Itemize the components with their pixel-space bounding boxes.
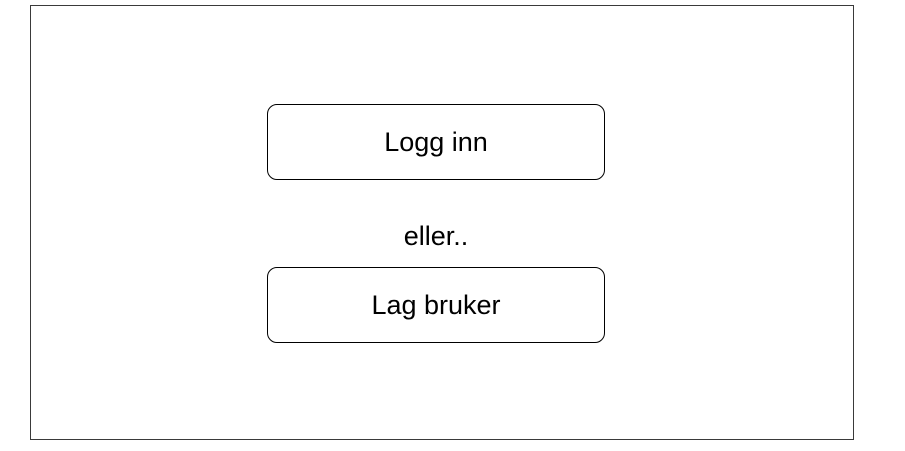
or-separator-label: eller.. bbox=[403, 221, 469, 251]
login-button[interactable]: Logg inn bbox=[267, 104, 605, 180]
create-user-button[interactable]: Lag bruker bbox=[267, 267, 605, 343]
